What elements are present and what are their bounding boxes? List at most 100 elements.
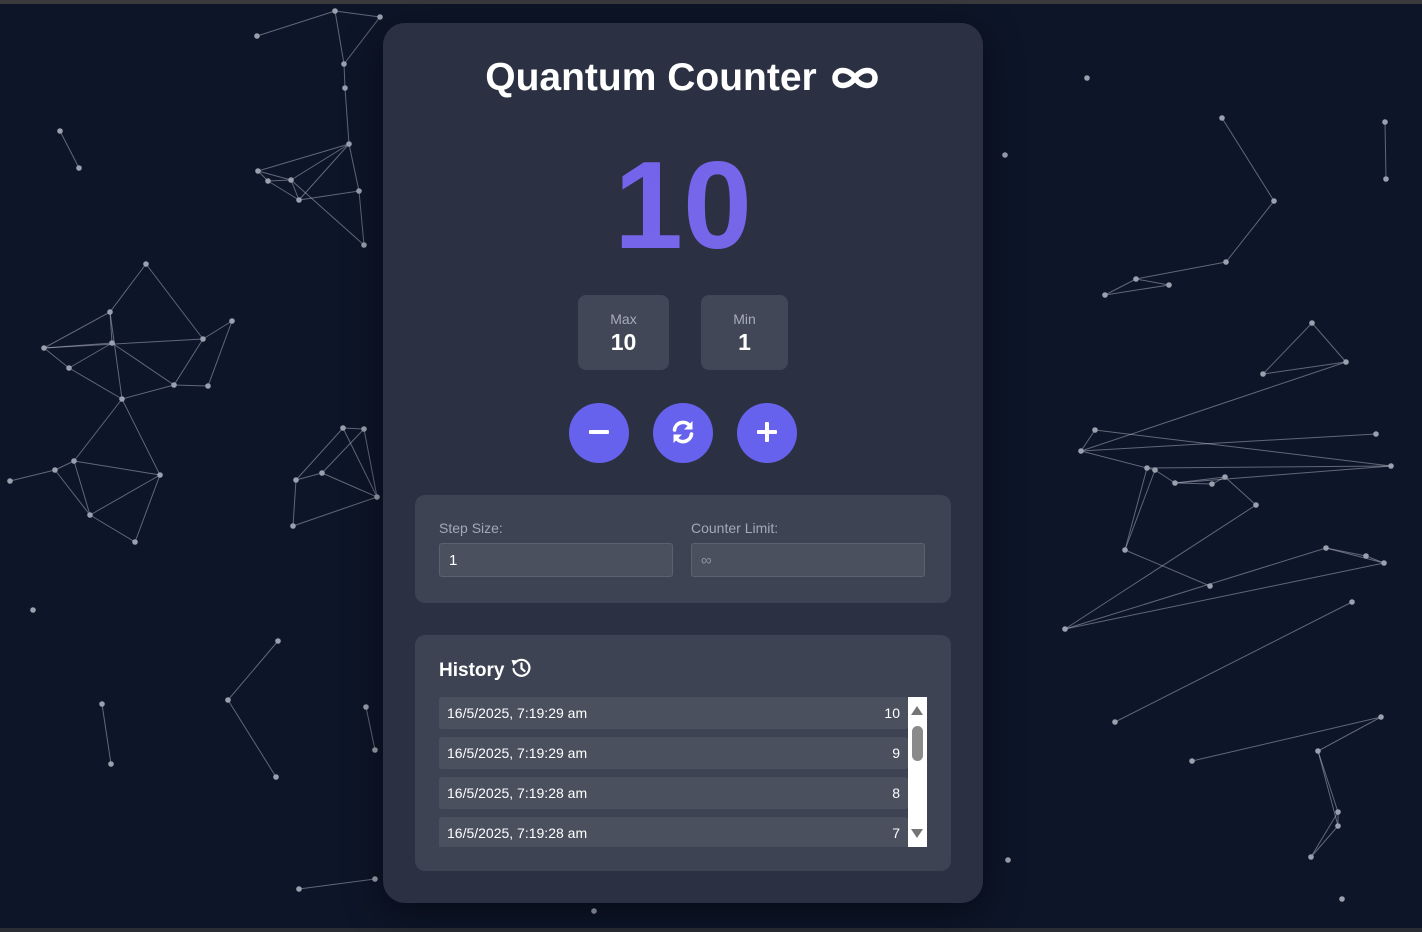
- history-list[interactable]: 16/5/2025, 7:19:29 am 10 16/5/2025, 7:19…: [439, 697, 908, 847]
- scroll-thumb[interactable]: [912, 726, 923, 761]
- network-node: [1315, 748, 1321, 754]
- network-link: [109, 311, 123, 400]
- network-node: [1388, 463, 1394, 469]
- network-node: [1381, 560, 1387, 566]
- network-link: [207, 320, 233, 387]
- network-node: [265, 178, 271, 184]
- network-link: [1224, 476, 1257, 506]
- network-node: [109, 340, 115, 346]
- network-node: [41, 345, 47, 351]
- network-node: [319, 470, 325, 476]
- network-link: [1221, 117, 1275, 202]
- network-link: [1135, 278, 1170, 286]
- network-link: [257, 143, 350, 172]
- min-stat: Min 1: [701, 295, 788, 370]
- network-link: [227, 640, 279, 701]
- network-link: [68, 342, 113, 369]
- increment-button[interactable]: [737, 403, 797, 463]
- reset-button[interactable]: [653, 403, 713, 463]
- history-scrollbar[interactable]: [908, 697, 927, 847]
- history-value: 8: [892, 785, 900, 801]
- counter-limit-input[interactable]: [691, 543, 925, 577]
- scroll-down-arrow-icon[interactable]: [911, 829, 923, 838]
- network-node: [377, 14, 383, 20]
- network-node: [1078, 448, 1084, 454]
- network-node: [57, 128, 63, 134]
- step-size-input[interactable]: [439, 543, 673, 577]
- network-link: [111, 342, 175, 386]
- counter-value: 10: [383, 141, 983, 271]
- min-value: 1: [738, 329, 751, 355]
- counter-card: Quantum Counter 10 Max 10 Min 1 Step Siz…: [383, 23, 983, 903]
- network-link: [145, 263, 204, 340]
- network-node: [119, 396, 125, 402]
- network-node: [205, 383, 211, 389]
- network-link: [89, 474, 161, 516]
- network-link: [1191, 716, 1382, 762]
- network-node: [71, 458, 77, 464]
- network-link: [1114, 601, 1353, 723]
- network-node: [1102, 292, 1108, 298]
- network-link: [227, 699, 277, 778]
- network-node: [1122, 547, 1128, 553]
- network-node: [275, 638, 281, 644]
- network-link: [54, 469, 91, 516]
- network-node: [1349, 599, 1355, 605]
- network-node: [1378, 714, 1384, 720]
- scroll-up-arrow-icon[interactable]: [911, 706, 923, 715]
- network-node: [342, 85, 348, 91]
- network-node: [288, 177, 294, 183]
- network-link: [1080, 429, 1096, 452]
- network-node: [1383, 176, 1389, 182]
- network-node: [76, 165, 82, 171]
- network-node: [346, 141, 352, 147]
- network-node: [1308, 854, 1314, 860]
- network-node: [143, 261, 149, 267]
- network-node: [363, 704, 369, 710]
- network-link: [43, 347, 70, 369]
- history-icon: [510, 657, 532, 685]
- network-link: [358, 190, 365, 246]
- network-node: [1323, 545, 1329, 551]
- network-node: [1084, 75, 1090, 81]
- refresh-icon: [670, 419, 696, 448]
- network-node: [1309, 320, 1315, 326]
- network-node: [1222, 474, 1228, 480]
- network-node: [255, 168, 261, 174]
- network-node: [372, 876, 378, 882]
- network-node: [361, 242, 367, 248]
- network-node: [1339, 896, 1345, 902]
- network-link: [348, 143, 360, 192]
- network-link: [121, 398, 161, 476]
- network-link: [334, 10, 381, 18]
- network-node: [1223, 259, 1229, 265]
- network-node: [1133, 276, 1139, 282]
- network-node: [157, 472, 163, 478]
- network-node: [293, 477, 299, 483]
- network-link: [1225, 200, 1275, 263]
- network-node: [1144, 465, 1150, 471]
- network-node: [1172, 480, 1178, 486]
- history-row: 16/5/2025, 7:19:28 am 7: [439, 817, 908, 847]
- network-node: [87, 512, 93, 518]
- network-node: [66, 365, 72, 371]
- network-link: [73, 460, 161, 476]
- network-node: [1062, 626, 1068, 632]
- history-value: 10: [884, 705, 900, 721]
- network-node: [1260, 371, 1266, 377]
- network-node: [1373, 431, 1379, 437]
- max-stat: Max 10: [578, 295, 669, 370]
- network-node: [1166, 282, 1172, 288]
- network-node: [1002, 152, 1008, 158]
- network-link: [1064, 504, 1257, 630]
- history-row: 16/5/2025, 7:19:29 am 9: [439, 737, 908, 769]
- decrement-button[interactable]: [569, 403, 629, 463]
- network-link: [342, 427, 365, 430]
- network-link: [1310, 811, 1339, 858]
- network-link: [89, 514, 136, 543]
- network-link: [1064, 562, 1385, 630]
- page-title: Quantum Counter: [485, 56, 817, 99]
- network-node: [229, 318, 235, 324]
- network-node: [30, 607, 36, 613]
- network-node: [1253, 502, 1259, 508]
